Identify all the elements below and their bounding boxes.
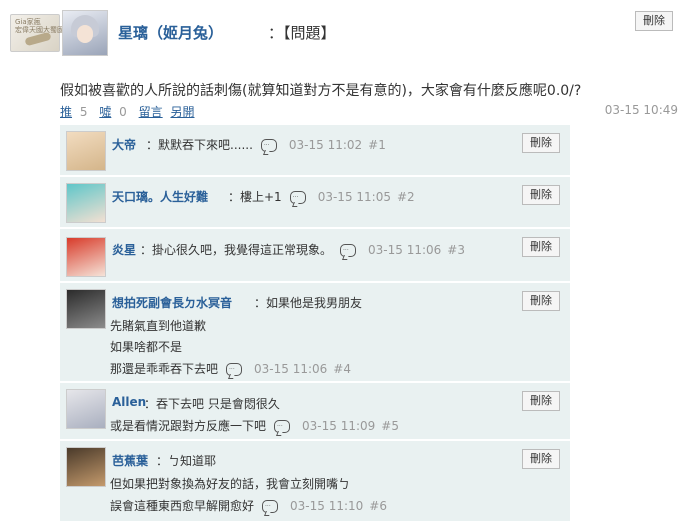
commenter-name[interactable]: 大帝	[112, 136, 136, 153]
reply-bubble-icon[interactable]: ···	[289, 191, 306, 204]
comment-item: 天口璃。人生好難 ：樓上+1 ··· 03-15 11:05 #2 刪除	[60, 176, 570, 227]
badge-text: Gia家瘋 宏偉天國大蜀國	[15, 18, 64, 34]
comment-item: 想拍死副會長ㄉ水冥音 ：如果他是我男朋友 先賭氣直到他道歉 如果啥都不是 那還是…	[60, 282, 570, 381]
post-delete-button[interactable]: 刪除	[635, 11, 673, 31]
comment-text: ：如果他是我男朋友	[254, 296, 363, 310]
reply-bubble-icon[interactable]: ···	[274, 420, 291, 433]
comment-delete-button[interactable]: 刪除	[522, 391, 560, 411]
reply-bubble-icon[interactable]: ···	[340, 244, 357, 257]
share-link[interactable]: 另開	[170, 105, 194, 119]
commenter-name[interactable]: 想拍死副會長ㄉ水冥音	[112, 294, 232, 311]
boo-link[interactable]: 噓	[99, 105, 111, 119]
comment-delete-button[interactable]: 刪除	[522, 133, 560, 153]
post-header: Gia家瘋 宏偉天國大蜀國 星璃（姬月兔） ：【問題】	[10, 10, 680, 56]
commenter-name[interactable]: 炎星	[112, 241, 136, 258]
comment-delete-button[interactable]: 刪除	[522, 291, 560, 311]
comment-text: ：吞下去吧 只是會悶很久	[144, 397, 280, 411]
post-time: 03-15 10:49	[604, 103, 678, 117]
comment-text: ：掛心很久吧，我覺得這正常現象。 ··· 03-15 11:06 #3	[140, 243, 465, 257]
author-avatar[interactable]	[62, 10, 108, 56]
comment-item: 大帝 ：默默吞下來吧...... ··· 03-15 11:02 #1 刪除	[60, 124, 570, 175]
commenter-name[interactable]: 天口璃。人生好難	[112, 188, 208, 205]
commenter-name[interactable]: Allen	[112, 395, 146, 409]
commenter-avatar[interactable]	[66, 289, 106, 329]
comment-text: ：樓上+1 ··· 03-15 11:05 #2	[228, 190, 415, 204]
commenter-avatar[interactable]	[66, 447, 106, 487]
commenter-avatar[interactable]	[66, 237, 106, 277]
comment-item: 芭蕉葉 ：ㄅ知道耶 但如果把對象換為好友的話，我會立刻開嘴ㄅ 誤會這種東西愈早解…	[60, 440, 570, 521]
push-count: 5	[79, 105, 88, 119]
avatar-face	[77, 25, 93, 43]
commenter-name[interactable]: 芭蕉葉	[112, 452, 148, 469]
boo-count: 0	[119, 105, 127, 119]
reply-bubble-icon[interactable]: ···	[226, 363, 243, 376]
post-tag: ：【問題】	[268, 24, 336, 42]
comment-item: 炎星 ：掛心很久吧，我覺得這正常現象。 ··· 03-15 11:06 #3 刪除	[60, 228, 570, 281]
reply-bubble-icon[interactable]: ···	[260, 139, 277, 152]
push-link[interactable]: 推	[60, 105, 72, 119]
comment-item: Allen ：吞下去吧 只是會悶很久 或是看情況跟對方反應一下吧 ··· 03-15…	[60, 382, 570, 439]
guild-badge[interactable]: Gia家瘋 宏偉天國大蜀國	[10, 14, 64, 52]
comment-delete-button[interactable]: 刪除	[522, 185, 560, 205]
comment-line: 如果啥都不是	[110, 340, 183, 354]
author-name[interactable]: 星璃（姬月兔）	[118, 22, 223, 43]
post-body: 假如被喜歡的人所說的話刺傷(就算知道對方不是有意的)，大家會有什麼反應呢0.0/…	[60, 83, 582, 99]
comment-line: 先賭氣直到他道歉	[110, 319, 207, 333]
reply-bubble-icon[interactable]: ···	[262, 500, 279, 513]
comment-line: 或是看情況跟對方反應一下吧 ··· 03-15 11:09 #5	[110, 419, 399, 433]
commenter-avatar[interactable]	[66, 131, 106, 171]
comment-line: 那還是乖乖吞下去吧 ··· 03-15 11:06 #4	[110, 362, 351, 376]
commenter-avatar[interactable]	[66, 389, 106, 429]
comment-line: 但如果把對象換為好友的話，我會立刻開嘴ㄅ	[110, 477, 351, 491]
post-actions: 推 5 噓 0 留言 另開	[60, 103, 198, 120]
comment-delete-button[interactable]: 刪除	[522, 237, 560, 257]
comment-text: ：ㄅ知道耶	[156, 454, 217, 468]
comment-text: ：默默吞下來吧...... ··· 03-15 11:02 #1	[146, 138, 386, 152]
commenter-avatar[interactable]	[66, 183, 106, 223]
comment-delete-button[interactable]: 刪除	[522, 449, 560, 469]
comment-line: 誤會這種東西愈早解開愈好 ··· 03-15 11:10 #6	[110, 499, 387, 513]
reply-link[interactable]: 留言	[139, 105, 163, 119]
